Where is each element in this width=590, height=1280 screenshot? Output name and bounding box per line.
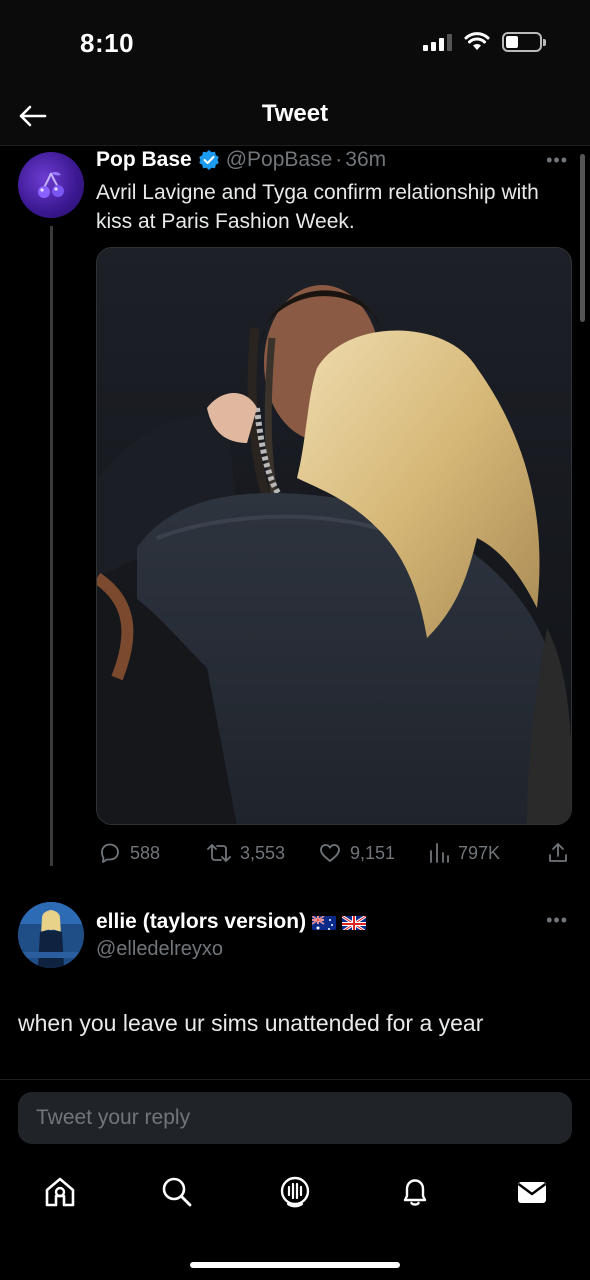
tab-search[interactable] <box>157 1172 197 1212</box>
tweet-text: Avril Lavigne and Tyga confirm relations… <box>96 181 539 233</box>
views-bar-chart-icon <box>430 843 449 863</box>
search-icon <box>162 1177 192 1207</box>
like-action[interactable]: 9,151 <box>318 841 395 865</box>
home-indicator[interactable] <box>190 1262 400 1268</box>
heart-icon <box>320 844 340 862</box>
cherry-icon <box>38 171 64 198</box>
divider <box>0 1079 590 1080</box>
status-time: 8:10 <box>80 28 135 58</box>
tab-messages[interactable] <box>512 1172 552 1212</box>
scrollbar[interactable] <box>580 154 585 322</box>
envelope-icon <box>517 1182 547 1203</box>
more-options-icon[interactable]: ••• <box>546 150 568 171</box>
reply-author-handle[interactable]: @elledelreyxo <box>96 938 223 961</box>
reply-text: when you leave ur sims unattended for a … <box>18 1010 484 1036</box>
retweet-action[interactable]: 3,553 <box>206 841 285 865</box>
reply-author-row: ellie (taylors version) <box>96 910 367 934</box>
tab-home[interactable] <box>40 1172 80 1212</box>
reply-action[interactable]: 588 <box>98 841 160 865</box>
share-action[interactable] <box>546 841 570 865</box>
thread-line <box>50 226 53 866</box>
tweet-header: Pop Base @PopBase · 36m <box>96 148 386 172</box>
tweet-actions: 588 3,553 9,151 797K <box>96 838 572 868</box>
like-count: 9,151 <box>350 842 396 863</box>
status-bar: 8:10 <box>0 0 590 88</box>
spaces-icon <box>280 1176 310 1208</box>
uk-flag-icon <box>342 914 367 930</box>
wifi-icon <box>464 32 490 50</box>
home-icon <box>45 1177 75 1207</box>
australia-flag-icon <box>312 914 337 930</box>
reply-compose-box[interactable] <box>18 1092 572 1144</box>
status-icons <box>423 32 546 52</box>
reply-icon <box>101 843 119 863</box>
verified-badge-icon <box>198 149 220 171</box>
bottom-tab-bar <box>0 1160 590 1230</box>
battery-icon <box>502 32 546 52</box>
reply-author-name[interactable]: ellie (taylors version) <box>96 910 306 934</box>
ellie-avatar[interactable] <box>18 902 84 968</box>
tab-spaces[interactable] <box>275 1172 315 1212</box>
views-count: 797K <box>458 842 501 863</box>
tweet-photo[interactable] <box>96 247 572 825</box>
reply-more-options-icon[interactable]: ••• <box>546 910 568 931</box>
retweet-icon <box>207 844 231 862</box>
top-header: Tweet <box>0 88 590 146</box>
bell-icon <box>403 1179 427 1206</box>
meta-separator: · <box>335 148 343 171</box>
share-icon <box>549 843 567 862</box>
author-name[interactable]: Pop Base <box>96 148 192 172</box>
popbase-avatar[interactable] <box>18 152 84 218</box>
tab-notifications[interactable] <box>395 1172 435 1212</box>
retweet-count: 3,553 <box>240 842 286 863</box>
tweet-timestamp[interactable]: 36m <box>345 148 386 172</box>
reply-input[interactable] <box>36 1106 554 1130</box>
views-action[interactable]: 797K <box>428 841 500 865</box>
photo-image <box>97 248 571 824</box>
author-handle[interactable]: @PopBase <box>226 148 333 172</box>
page-title: Tweet <box>261 100 329 127</box>
cellular-signal-icon <box>423 33 452 51</box>
reply-count: 588 <box>130 842 161 863</box>
